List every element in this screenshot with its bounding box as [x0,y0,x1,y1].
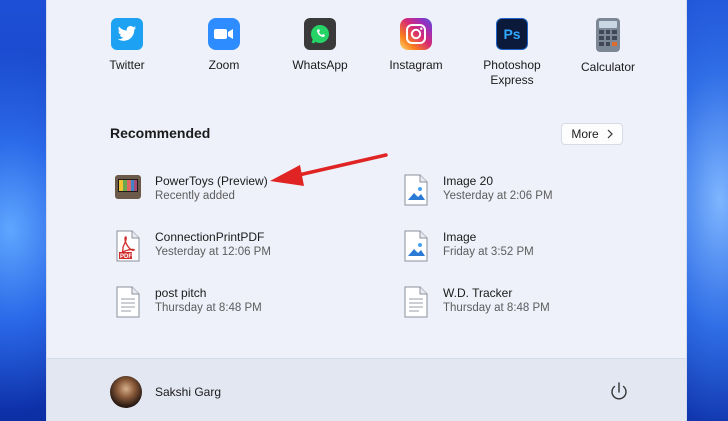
recommended-item-subtitle: Friday at 3:52 PM [443,246,534,258]
photoshop-express-icon: Ps [496,18,528,50]
svg-text:PDF: PDF [120,254,132,260]
recommended-item-name: W.D. Tracker [443,286,513,300]
app-label: WhatsApp [292,58,348,72]
app-label: Calculator [580,60,636,74]
recommended-item-subtitle: Yesterday at 12:06 PM [155,246,271,258]
app-label: Photoshop Express [483,58,541,87]
recommended-item-name: PowerToys (Preview) [155,174,268,188]
recommended-item-image[interactable]: Image Friday at 3:52 PM [403,228,663,268]
recommended-item-subtitle: Recently added [155,190,235,202]
recommended-item-name: Image [443,230,477,244]
recommended-item-post-pitch[interactable]: post pitch Thursday at 8:48 PM [115,284,375,324]
recommended-item-subtitle: Thursday at 8:48 PM [155,302,262,314]
chevron-right-icon [607,129,613,139]
twitter-icon [111,18,143,50]
recommended-item-connectionprintpdf[interactable]: PDF ConnectionPrintPDF Yesterday at 12:0… [115,228,375,268]
start-menu: Twitter Zoom WhatsApp Instagram Ps Photo… [46,0,687,421]
pinned-app-instagram[interactable]: Instagram [368,18,464,73]
recommended-item-wd-tracker[interactable]: W.D. Tracker Thursday at 8:48 PM [403,284,663,324]
zoom-icon [208,18,240,50]
image-file-icon [403,230,429,262]
recommended-item-subtitle: Yesterday at 2:06 PM [443,190,553,202]
recommended-item-image-20[interactable]: Image 20 Yesterday at 2:06 PM [403,172,663,212]
recommended-title: Recommended [110,125,211,141]
recommended-item-name: ConnectionPrintPDF [155,230,265,244]
pinned-apps: Twitter Zoom WhatsApp Instagram Ps Photo… [47,18,686,98]
recommended-item-name: post pitch [155,286,207,300]
pinned-app-twitter[interactable]: Twitter [79,18,175,73]
instagram-icon [400,18,432,50]
pdf-file-icon: PDF [115,230,141,262]
calculator-icon [596,18,620,52]
pinned-app-whatsapp[interactable]: WhatsApp [272,18,368,73]
more-button-label: More [571,127,599,141]
document-file-icon [115,286,141,318]
whatsapp-icon [304,18,336,50]
pinned-app-calculator[interactable]: Calculator [560,18,656,75]
app-label: Zoom [208,58,240,72]
pinned-app-zoom[interactable]: Zoom [176,18,272,73]
document-file-icon [403,286,429,318]
image-file-icon [403,174,429,206]
start-footer: Sakshi Garg [47,358,686,421]
avatar[interactable] [110,376,142,408]
powertoys-icon [115,174,141,206]
pinned-app-photoshop-express[interactable]: Ps Photoshop Express [464,18,560,88]
recommended-item-name: Image 20 [443,174,494,188]
more-button[interactable]: More [561,123,623,145]
app-label: Instagram [389,58,443,72]
app-label: Twitter [109,58,145,72]
user-name[interactable]: Sakshi Garg [155,385,221,399]
recommended-item-powertoys[interactable]: PowerToys (Preview) Recently added [115,172,375,212]
power-icon[interactable] [607,380,631,404]
recommended-item-subtitle: Thursday at 8:48 PM [443,302,550,314]
